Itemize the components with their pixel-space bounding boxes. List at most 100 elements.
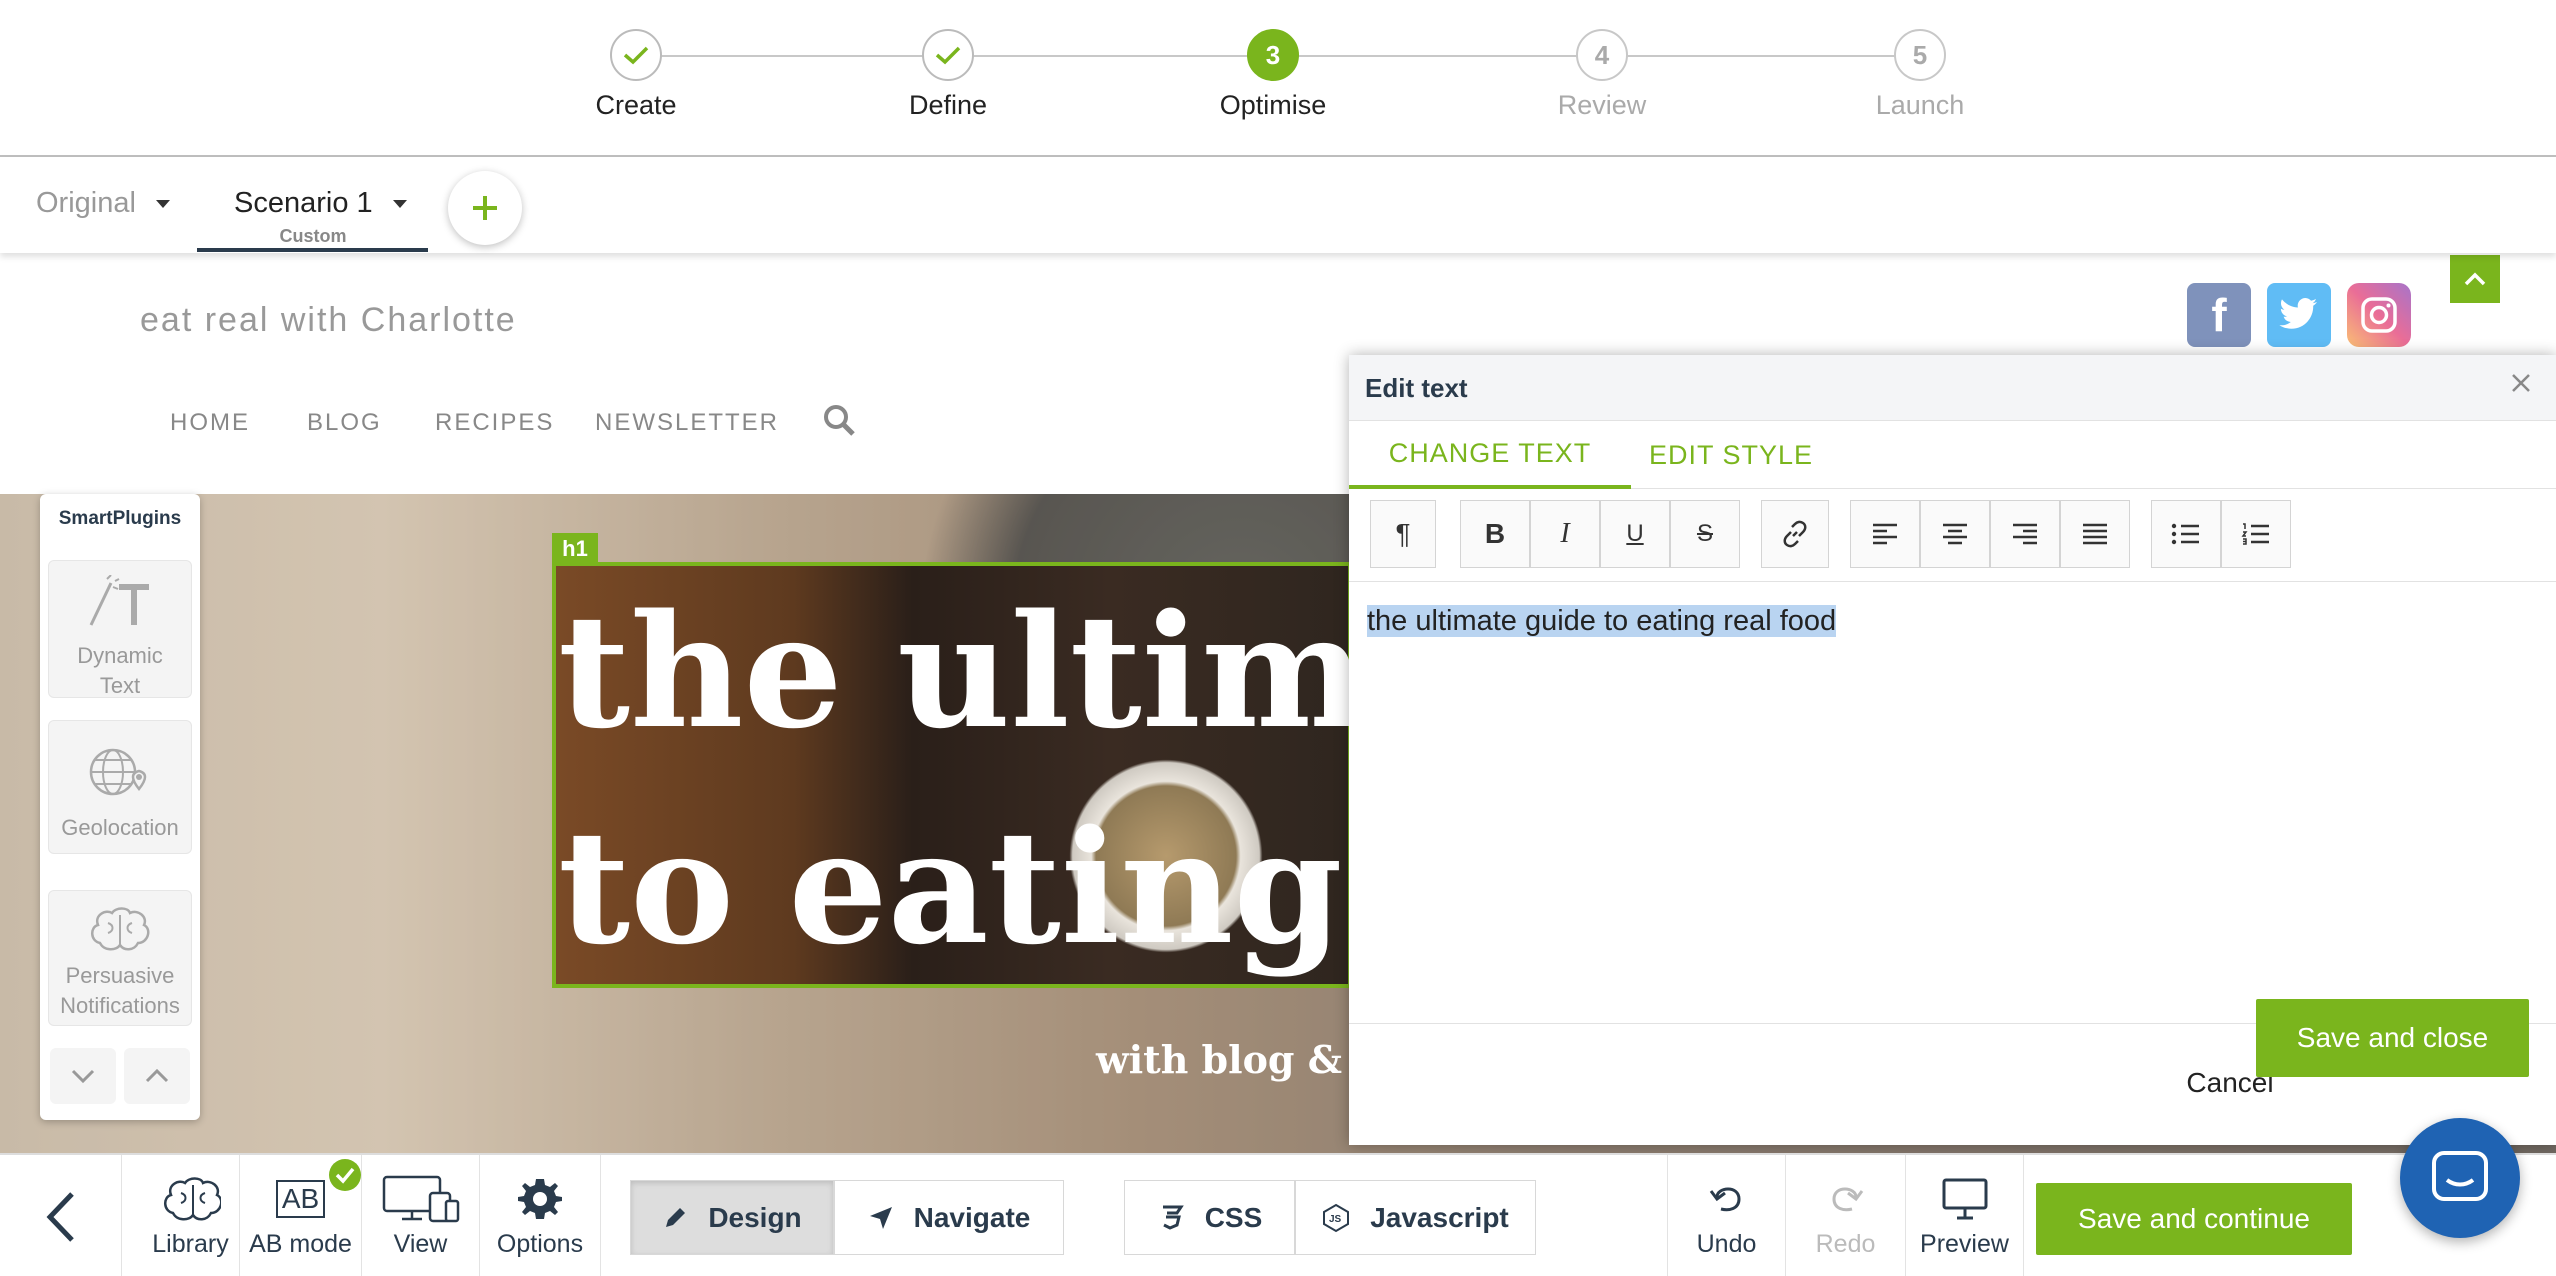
- save-and-close-button[interactable]: Save and close: [2256, 999, 2529, 1077]
- brain-icon: [91, 907, 150, 951]
- chevron-down-icon: [392, 199, 407, 208]
- view-button[interactable]: View: [362, 1155, 480, 1276]
- plugin-dynamic-text[interactable]: Dynamic Text: [48, 560, 192, 698]
- smartplugins-title: SmartPlugins: [58, 508, 182, 529]
- tab-original-label: Original: [36, 187, 136, 219]
- back-button[interactable]: [0, 1155, 122, 1276]
- js-hexagon-icon: JS: [1323, 1203, 1350, 1232]
- scroll-top-button[interactable]: [2450, 255, 2500, 303]
- facebook-icon[interactable]: f: [2187, 283, 2251, 347]
- css-button[interactable]: CSS: [1124, 1180, 1295, 1255]
- plugins-scroll-down-button[interactable]: [50, 1048, 116, 1104]
- chat-icon: [2432, 1151, 2488, 1201]
- devices-icon: [382, 1175, 459, 1223]
- bold-icon: B: [1484, 518, 1506, 549]
- chevron-down-icon: [155, 199, 170, 208]
- step-3-label[interactable]: Optimise: [1173, 90, 1373, 121]
- twitter-icon[interactable]: [2267, 283, 2331, 347]
- site-nav-newsletter[interactable]: NEWSLETTER: [595, 409, 779, 437]
- editor-title: Edit text: [1365, 373, 1468, 403]
- hero-headline-line2: to eating r: [558, 796, 1480, 979]
- align-left-button[interactable]: [1850, 500, 1920, 568]
- step-5-circle: 5: [1894, 29, 1946, 81]
- brain-icon: [163, 1177, 221, 1221]
- tab-scenario-label: Scenario 1: [234, 187, 373, 219]
- plugin-dynamic-text-label: Dynamic Text: [77, 643, 163, 698]
- align-right-button[interactable]: [1990, 500, 2060, 568]
- bullet-list-button[interactable]: [2151, 500, 2221, 568]
- css-label: CSS: [1204, 1201, 1263, 1233]
- javascript-button[interactable]: JS Javascript: [1295, 1180, 1536, 1255]
- add-scenario-button[interactable]: [448, 171, 522, 245]
- step-1-label[interactable]: Create: [536, 90, 736, 121]
- italic-button[interactable]: I: [1530, 500, 1600, 568]
- design-mode-button[interactable]: Design: [630, 1180, 834, 1255]
- plugins-scroll-up-button[interactable]: [124, 1048, 190, 1104]
- numbered-list-icon: [2241, 523, 2269, 545]
- editor-header: [1349, 355, 2556, 421]
- close-icon[interactable]: [2509, 371, 2533, 400]
- align-center-button[interactable]: [1920, 500, 1990, 568]
- ab-icon: AB: [275, 1180, 326, 1218]
- link-icon: [1783, 520, 1807, 548]
- ab-mode-button[interactable]: AB AB mode: [240, 1155, 362, 1276]
- ab-mode-label: AB mode: [249, 1230, 352, 1258]
- pencil-icon: [666, 1207, 686, 1227]
- align-justify-button[interactable]: [2060, 500, 2130, 568]
- chat-launcher-button[interactable]: [2400, 1118, 2520, 1238]
- underline-icon: U: [1626, 520, 1644, 547]
- step-4-circle: 4: [1576, 29, 1628, 81]
- chevron-left-icon: [46, 1191, 74, 1242]
- numbered-list-button[interactable]: [2221, 500, 2291, 568]
- step-3-circle[interactable]: 3: [1247, 29, 1299, 81]
- javascript-label: Javascript: [1370, 1201, 1509, 1233]
- instagram-icon[interactable]: [2347, 283, 2411, 347]
- navigate-label: Navigate: [913, 1201, 1031, 1233]
- selected-text: the ultimate guide to eating real food: [1367, 605, 1837, 637]
- undo-icon: [1709, 1187, 1741, 1212]
- monitor-icon: [1942, 1178, 1987, 1220]
- underline-button[interactable]: U: [1600, 500, 1670, 568]
- library-button[interactable]: Library: [142, 1155, 240, 1276]
- step-2-complete-icon[interactable]: [922, 29, 974, 81]
- library-label: Library: [152, 1230, 229, 1258]
- align-right-icon: [2013, 523, 2037, 545]
- options-label: Options: [496, 1230, 584, 1258]
- hero-headline[interactable]: the ultima to eating r: [558, 564, 1479, 996]
- preview-button[interactable]: Preview: [1906, 1155, 2024, 1276]
- site-nav-blog[interactable]: BLOG: [307, 409, 382, 437]
- strikethrough-button[interactable]: S: [1670, 500, 1740, 568]
- redo-button[interactable]: Redo: [1786, 1155, 1906, 1276]
- plugin-geolocation[interactable]: Geolocation: [48, 720, 192, 854]
- tab-change-text[interactable]: CHANGE TEXT: [1349, 421, 1631, 489]
- gear-icon: [518, 1179, 562, 1219]
- undo-button[interactable]: Undo: [1667, 1155, 1786, 1276]
- plugin-persuasive-notifications[interactable]: Persuasive Notifications: [48, 890, 192, 1026]
- site-nav-home[interactable]: HOME: [170, 409, 250, 437]
- step-4-label: Review: [1557, 90, 1647, 120]
- link-button[interactable]: [1761, 500, 1829, 568]
- align-left-icon: [1873, 523, 1897, 545]
- paragraph-format-button[interactable]: ¶: [1370, 500, 1436, 568]
- text-content-editor[interactable]: the ultimate guide to eating real food: [1367, 605, 2537, 965]
- globe-pin-icon: [89, 748, 147, 796]
- bottom-toolbar: Library AB AB mode View Options Design N…: [0, 1153, 2556, 1276]
- tab-edit-style[interactable]: EDIT STYLE: [1631, 421, 1831, 489]
- tab-scenario-1[interactable]: Scenario 1: [234, 187, 407, 220]
- step-1-complete-icon[interactable]: [610, 29, 662, 81]
- tab-original[interactable]: Original: [36, 187, 170, 220]
- step-2-label[interactable]: Define: [848, 90, 1048, 121]
- site-brand[interactable]: eat real with Charlotte: [140, 301, 517, 340]
- navigate-mode-button[interactable]: Navigate: [834, 1180, 1064, 1255]
- chevron-down-icon: [71, 1069, 95, 1084]
- plugin-persuasive-label: Persuasive Notifications: [60, 963, 180, 1018]
- save-and-continue-button[interactable]: Save and continue: [2036, 1183, 2352, 1255]
- edit-text-panel: Edit text CHANGE TEXT EDIT STYLE ¶ B I U…: [1349, 355, 2556, 1145]
- search-icon[interactable]: [822, 403, 856, 442]
- progress-stepper: Create Define 3 Optimise 4 Review 5 Laun…: [0, 0, 2556, 157]
- options-button[interactable]: Options: [480, 1155, 601, 1276]
- check-badge-icon: [328, 1159, 361, 1191]
- bold-button[interactable]: B: [1460, 500, 1530, 568]
- site-nav-recipes[interactable]: RECIPES: [435, 409, 554, 437]
- undo-label: Undo: [1696, 1230, 1757, 1258]
